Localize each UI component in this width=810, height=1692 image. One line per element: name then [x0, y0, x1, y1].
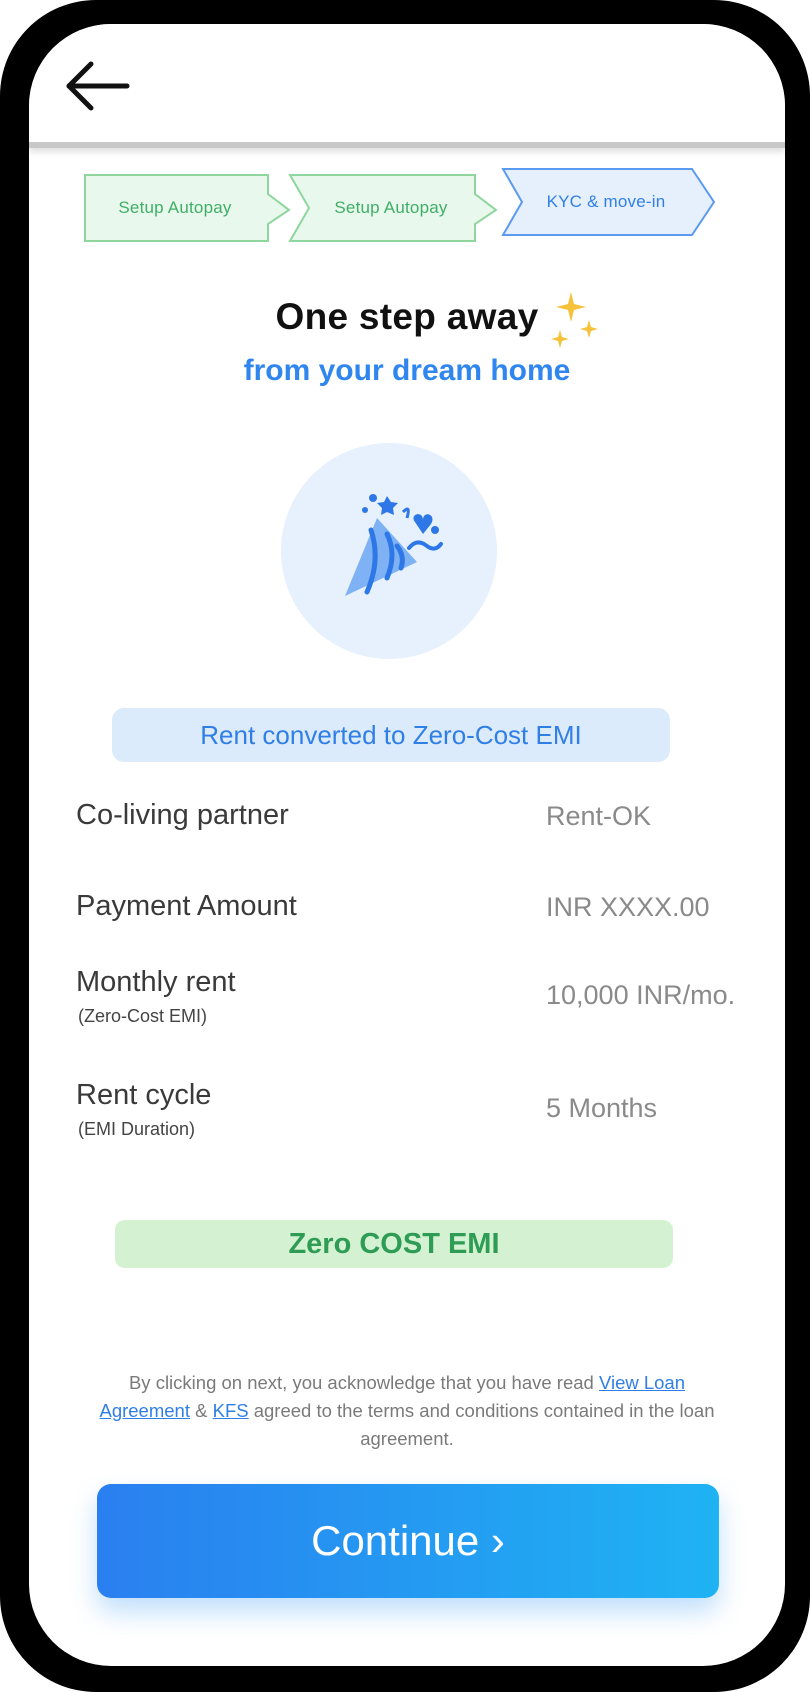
detail-sublabel: (EMI Duration): [78, 1119, 196, 1139]
progress-stepper: Setup Autopay Setup Autopay KYC & move-i…: [82, 168, 762, 252]
step-kyc-move-in[interactable]: KYC & move-in: [500, 166, 718, 238]
screen: Setup Autopay Setup Autopay KYC & move-i…: [29, 24, 785, 1666]
step-setup-autopay-1[interactable]: Setup Autopay: [82, 172, 292, 244]
kfs-link[interactable]: KFS: [213, 1400, 249, 1421]
loan-disclaimer: By clicking on next, you acknowledge tha…: [95, 1369, 719, 1453]
step-label: KYC & move-in: [546, 192, 666, 211]
detail-row-coliving: Co-living partner Rent-OK: [76, 799, 756, 859]
disclaimer-text: &: [189, 1400, 213, 1421]
sparkles-icon: [551, 292, 598, 348]
detail-value: 10,000 INR/mo.: [546, 980, 736, 1010]
step-label: Setup Autopay: [334, 198, 448, 217]
zero-cost-emi-badge: Zero COST EMI: [115, 1220, 673, 1268]
emi-conversion-banner: Rent converted to Zero-Cost EMI: [112, 708, 670, 762]
top-bar: [29, 24, 785, 148]
detail-row-payment-amount: Payment Amount INR XXXX.00: [76, 890, 756, 950]
detail-row-monthly-rent: Monthly rent (Zero-Cost EMI) 10,000 INR/…: [76, 966, 756, 1056]
detail-label: Rent cycle: [76, 1079, 212, 1111]
step-setup-autopay-2[interactable]: Setup Autopay: [287, 172, 499, 244]
arrow-left-icon: [66, 61, 130, 111]
back-button[interactable]: [65, 58, 131, 114]
detail-row-rent-cycle: Rent cycle (EMI Duration) 5 Months: [76, 1079, 756, 1169]
continue-button[interactable]: Continue ›: [97, 1484, 719, 1598]
step-label: Setup Autopay: [118, 198, 232, 217]
detail-label: Co-living partner: [76, 799, 289, 831]
detail-value: INR XXXX.00: [546, 892, 710, 922]
detail-sublabel: (Zero-Cost EMI): [78, 1006, 208, 1026]
party-popper-icon: [345, 494, 443, 596]
detail-value: Rent-OK: [546, 801, 652, 831]
page-subtitle: from your dream home: [243, 354, 571, 387]
page-title: One step away: [275, 296, 539, 337]
phone-frame: Setup Autopay Setup Autopay KYC & move-i…: [0, 0, 810, 1692]
detail-label: Payment Amount: [76, 890, 297, 922]
detail-value: 5 Months: [546, 1093, 658, 1123]
detail-label: Monthly rent: [76, 966, 236, 998]
disclaimer-text: By clicking on next, you acknowledge tha…: [128, 1372, 599, 1393]
disclaimer-text: agreed to the terms and conditions conta…: [248, 1400, 715, 1449]
